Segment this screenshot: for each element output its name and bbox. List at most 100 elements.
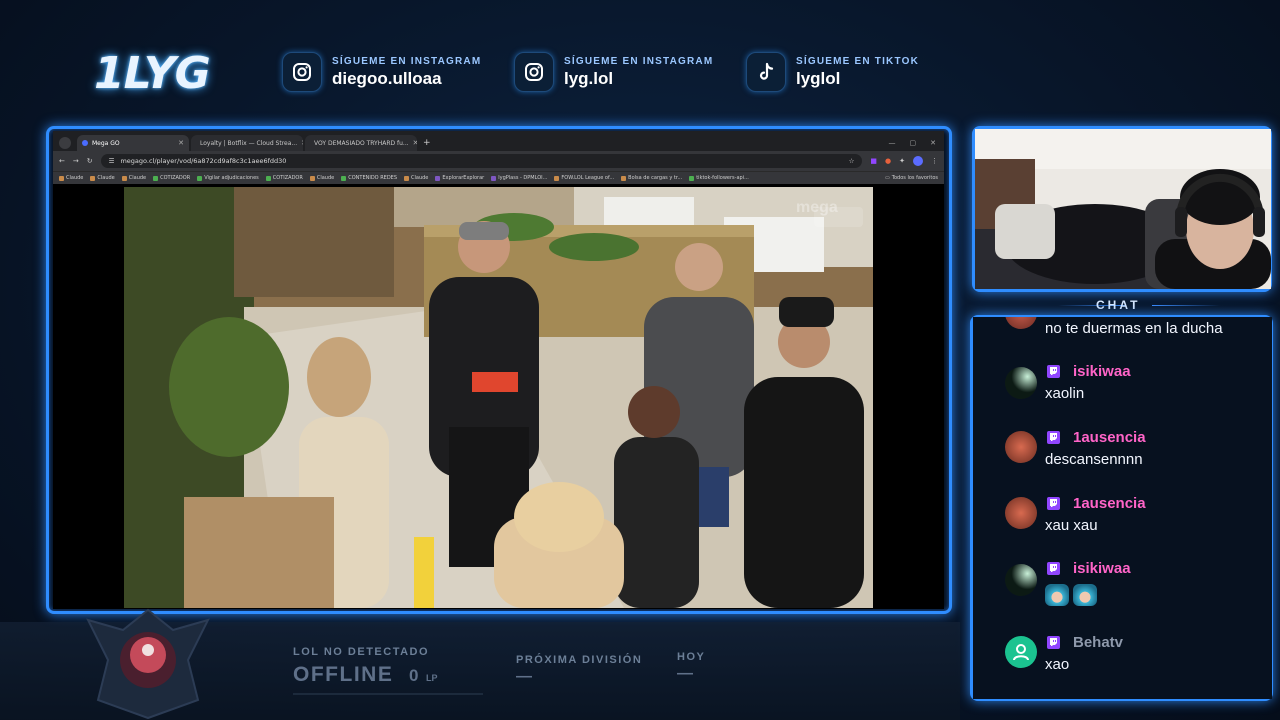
next-division-value: — <box>516 668 534 685</box>
emote-icon <box>1073 584 1097 606</box>
close-icon[interactable]: ✕ <box>301 139 303 147</box>
browser-tab[interactable]: Loyalty | Botflix — Cloud Strea... ✕ <box>191 135 303 151</box>
tab-title: Loyalty | Botflix — Cloud Strea... <box>200 139 298 147</box>
bookmark-star-icon[interactable]: ☆ <box>849 157 855 165</box>
user-avatar <box>1005 564 1037 596</box>
browser-tab[interactable]: Mega GO ✕ <box>77 135 189 151</box>
message-text: descansennnn <box>1045 451 1143 468</box>
user-avatar <box>1005 367 1037 399</box>
close-icon[interactable]: ✕ <box>413 139 417 147</box>
user-avatar <box>1005 431 1037 463</box>
social-tiktok: SÍGUEME EN TIKTOK lyglol <box>746 52 919 92</box>
all-bookmarks-folder[interactable]: ▭ Todos los favoritos <box>885 175 938 181</box>
next-division-label: PRÓXIMA DIVISIÓN <box>516 654 643 666</box>
instagram-icon <box>514 52 554 92</box>
bookmark-item[interactable]: FOW.LOL League of... <box>554 175 614 181</box>
twitch-badge-icon <box>1047 636 1060 649</box>
window-controls: — ▢ ✕ <box>889 139 945 151</box>
twitch-badge-icon <box>1047 365 1060 378</box>
close-window-icon[interactable]: ✕ <box>930 139 936 147</box>
social-handle: diegoo.ulloaa <box>332 68 442 88</box>
lp-value: 0 <box>409 666 420 685</box>
bookmark-item[interactable]: tiktok-followers-api... <box>689 175 749 181</box>
channel-watermark: mega <box>796 199 838 216</box>
extensions-puzzle-icon[interactable]: ✦ <box>899 157 905 165</box>
tiktok-icon <box>746 52 786 92</box>
social-label: SÍGUEME EN INSTAGRAM <box>332 55 482 67</box>
browser-tab[interactable]: VOY DEMASIADO TRYHARD fu... ✕ <box>305 135 417 151</box>
url-text: megago.cl/player/vod/6a872cd9af8c3c1aee6… <box>120 157 287 165</box>
rank-emblem-icon <box>78 600 218 720</box>
lol-status-label: LOL NO DETECTADO <box>293 646 430 658</box>
channel-logo: 1LYG <box>94 48 211 99</box>
maximize-icon[interactable]: ▢ <box>910 139 917 147</box>
bookmark-item[interactable]: CONTENIDO REDES <box>341 175 397 181</box>
user-avatar <box>1005 317 1037 329</box>
bookmark-item[interactable]: Claude <box>309 175 334 181</box>
message-text: xao <box>1045 656 1070 673</box>
bookmark-item[interactable]: Claude <box>404 175 428 181</box>
chat-username[interactable]: isikiwaa <box>1073 560 1131 577</box>
chat-username[interactable]: Behatv <box>1073 634 1123 651</box>
twitch-badge-icon <box>1047 497 1060 510</box>
tab-search-button[interactable] <box>59 137 71 149</box>
bookmark-item[interactable]: Claude <box>90 175 115 181</box>
chat-username[interactable]: 1ausencia <box>1073 495 1146 512</box>
twitch-badge-icon <box>1047 562 1060 575</box>
social-label: SÍGUEME EN TIKTOK <box>796 55 920 67</box>
chat-username[interactable]: 1ausencia <box>1073 429 1146 446</box>
forward-icon[interactable]: → <box>73 157 79 165</box>
message-text: xaolin <box>1045 385 1085 402</box>
chat-panel[interactable]: no te duermas en la ducha isikiwaa xaoli… <box>973 317 1272 699</box>
bookmark-item[interactable]: Claude <box>59 175 83 181</box>
emote-icon <box>1045 584 1069 606</box>
bookmark-item[interactable]: ExplorarExplorar <box>435 175 484 181</box>
social-label: SÍGUEME EN INSTAGRAM <box>564 55 714 67</box>
message-text: xau xau <box>1045 517 1098 534</box>
chat-title: CHAT <box>1096 298 1141 312</box>
message-text: no te duermas en la ducha <box>1045 320 1223 337</box>
back-icon[interactable]: ← <box>59 157 65 165</box>
bookmark-item[interactable]: Claude <box>121 175 146 181</box>
user-silhouette-icon <box>1013 644 1029 661</box>
lol-status-value: OFFLINE <box>293 663 394 686</box>
reload-icon[interactable]: ↻ <box>87 157 93 165</box>
twitch-badge-icon <box>1047 431 1060 444</box>
favicon-icon <box>82 140 88 146</box>
social-handle: lyglol <box>796 68 841 88</box>
bookmark-item[interactable]: COTIZADOR <box>265 175 303 181</box>
bookmark-item[interactable]: COTIZADOR <box>153 175 190 181</box>
new-tab-button[interactable]: + <box>423 138 431 148</box>
site-info-icon[interactable]: ☰ <box>109 157 115 165</box>
extension-icon[interactable]: ● <box>885 157 891 165</box>
minimize-icon[interactable]: — <box>889 139 896 147</box>
tab-title: VOY DEMASIADO TRYHARD fu... <box>314 139 409 147</box>
user-avatar <box>1005 636 1037 668</box>
webcam-feed <box>975 129 1271 289</box>
close-icon[interactable]: ✕ <box>178 139 184 147</box>
status-divider <box>293 693 483 695</box>
profile-avatar-icon[interactable] <box>913 156 923 166</box>
url-input[interactable]: ☰ megago.cl/player/vod/6a872cd9af8c3c1ae… <box>100 154 863 168</box>
webcam-image <box>975 129 1271 289</box>
lp-unit: LP <box>426 673 438 683</box>
chat-username[interactable]: isikiwaa <box>1073 363 1131 380</box>
chat-title-line-right <box>1152 305 1220 306</box>
bookmark-item[interactable]: Vigilar adjudicaciones <box>197 175 259 181</box>
video-player[interactable]: mega <box>124 187 873 608</box>
tab-title: Mega GO <box>92 139 120 147</box>
user-avatar <box>1005 497 1037 529</box>
social-instagram-2: SÍGUEME EN INSTAGRAM lyg.lol <box>514 52 713 92</box>
emote-row <box>1045 584 1097 606</box>
browser-tab-bar: Mega GO ✕ Loyalty | Botflix — Cloud Stre… <box>53 131 944 151</box>
today-value: — <box>677 665 695 682</box>
menu-kebab-icon[interactable]: ⋮ <box>931 157 938 165</box>
bookmark-item[interactable]: lygPlass - DPMLOI... <box>491 175 547 181</box>
social-handle: lyg.lol <box>564 68 614 88</box>
video-frame-image <box>124 187 873 608</box>
bookmark-item[interactable]: Bolsa de cargas y tr... <box>621 175 682 181</box>
instagram-icon <box>282 52 322 92</box>
extension-icon[interactable]: ■ <box>870 157 877 165</box>
address-bar-row: ← → ↻ ☰ megago.cl/player/vod/6a872cd9af8… <box>53 151 944 171</box>
bookmarks-bar: Claude Claude Claude COTIZADOR Vigilar a… <box>53 171 944 184</box>
